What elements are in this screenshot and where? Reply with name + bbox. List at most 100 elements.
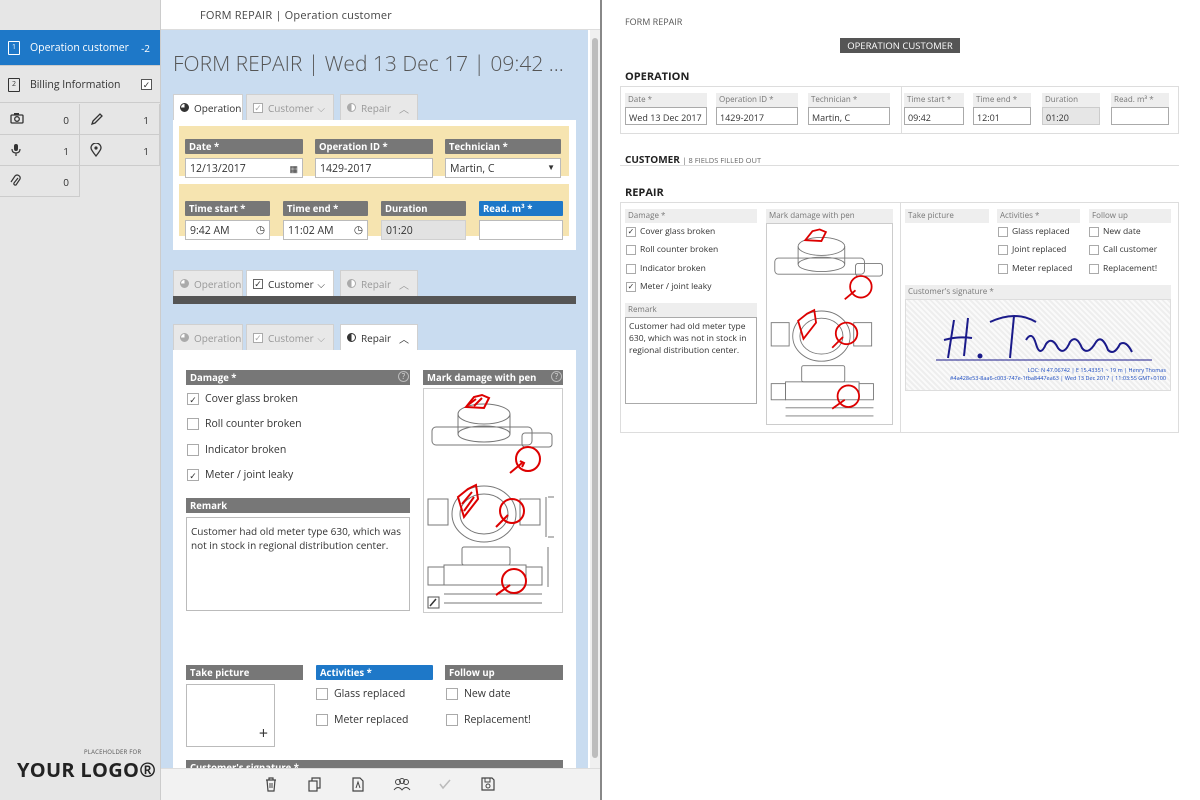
activity-option[interactable]: Glass replaced bbox=[316, 687, 405, 701]
tab-operation[interactable]: Operation bbox=[173, 94, 243, 120]
checkbox[interactable] bbox=[316, 714, 328, 726]
meter-sketch-image bbox=[770, 228, 883, 417]
sidebar-item-label: Billing Information bbox=[30, 77, 121, 92]
checkbox[interactable] bbox=[446, 714, 458, 726]
half-circle-icon bbox=[347, 279, 356, 288]
activity-option[interactable]: Meter replaced bbox=[316, 713, 408, 727]
checkbox[interactable] bbox=[446, 688, 458, 700]
document-preview: FORM REPAIR OPERATION CUSTOMER OPERATION… bbox=[602, 0, 1200, 800]
damage-option[interactable]: Roll counter broken bbox=[187, 417, 302, 431]
check-icon: ✓ bbox=[253, 101, 263, 114]
picture-upload-box[interactable]: + bbox=[186, 684, 275, 747]
checkbox[interactable]: ✓ bbox=[187, 469, 199, 481]
tab-customer[interactable]: ✓ Customer ⌵ bbox=[246, 324, 334, 350]
date-input[interactable]: 12/13/2017 ▦ bbox=[185, 158, 303, 178]
save-icon[interactable] bbox=[481, 777, 495, 791]
tab-repair[interactable]: Repair ︿ bbox=[340, 270, 418, 296]
tab-repair[interactable]: Repair ︿ bbox=[340, 324, 418, 350]
technician-select[interactable]: Martin, C ▼ bbox=[445, 158, 561, 178]
clock-icon: ◷ bbox=[255, 223, 265, 237]
window-title: FORM REPAIR | Operation customer bbox=[200, 8, 392, 23]
remark-textarea[interactable]: Customer had old meter type 630, which w… bbox=[186, 517, 410, 611]
preview-operation-box: Date * Wed 13 Dec 2017 Operation ID * 14… bbox=[620, 86, 1179, 134]
tab-operation[interactable]: Operation bbox=[173, 324, 243, 350]
checkbox[interactable] bbox=[316, 688, 328, 700]
attachments-counter[interactable]: 0 bbox=[0, 166, 80, 197]
chevron-up-icon: ︿ bbox=[399, 332, 409, 346]
microphone-icon bbox=[11, 144, 21, 156]
scrollbar-thumb[interactable] bbox=[592, 38, 598, 758]
help-icon[interactable]: ? bbox=[398, 371, 409, 382]
check-icon: ✓ bbox=[253, 331, 263, 344]
preview-time-end: 12:01 bbox=[973, 107, 1031, 125]
copy-icon[interactable] bbox=[308, 777, 322, 792]
location-counter[interactable]: 1 bbox=[80, 135, 160, 166]
preview-operation-heading: OPERATION bbox=[625, 69, 690, 84]
water-meter-drawing[interactable] bbox=[423, 388, 563, 613]
half-circle-icon bbox=[347, 103, 356, 112]
remark-label: Remark bbox=[186, 498, 410, 513]
chevron-down-icon: ⌵ bbox=[317, 277, 325, 291]
help-icon[interactable]: ? bbox=[551, 371, 562, 382]
repair-panel: Damage * ? ✓ Cover glass broken Roll coun… bbox=[173, 350, 576, 768]
trash-icon[interactable] bbox=[264, 777, 278, 792]
check-icon: ✓ bbox=[253, 277, 263, 290]
checkbox[interactable] bbox=[187, 418, 199, 430]
damage-option[interactable]: ✓ Cover glass broken bbox=[187, 392, 298, 406]
follow-up-option[interactable]: Replacement! bbox=[446, 713, 531, 727]
form-heading: FORM REPAIR | Wed 13 Dec 17 | 09:42 ... bbox=[173, 50, 564, 78]
pencil-icon bbox=[90, 113, 103, 126]
add-icon[interactable]: + bbox=[259, 722, 268, 744]
checkmark-icon[interactable] bbox=[438, 777, 452, 791]
time-start-input[interactable]: 9:42 AM ◷ bbox=[185, 220, 270, 240]
calendar-icon[interactable]: ▦ bbox=[289, 162, 298, 175]
sidebar: 1 Operation customer -2 2 Billing Inform… bbox=[0, 0, 161, 800]
signature-label: Customer's signature * bbox=[186, 760, 563, 768]
scrollbar[interactable] bbox=[590, 30, 600, 768]
tab-operation[interactable]: Operation bbox=[173, 270, 243, 296]
preview-operation-id: 1429-2017 bbox=[716, 107, 798, 125]
follow-up-option[interactable]: New date bbox=[446, 687, 511, 701]
signature-image bbox=[936, 315, 1152, 361]
time-start-label: Time start * bbox=[185, 201, 270, 216]
preview-reading bbox=[1111, 107, 1169, 125]
operation-panel: Date * 12/13/2017 ▦ Operation ID * 1429-2… bbox=[173, 120, 576, 250]
preview-title: FORM REPAIR bbox=[625, 15, 683, 28]
company-logo: YOUR LOGO® bbox=[17, 756, 157, 783]
progress-pie-icon bbox=[180, 279, 189, 288]
photos-counter[interactable]: 0 bbox=[0, 104, 80, 135]
tab-repair[interactable]: Repair ︿ bbox=[340, 94, 418, 120]
preview-signature: LOC: N 47.06742 | E 15.43351 ~ 19 m | He… bbox=[905, 299, 1171, 391]
sidebar-item-operation-customer[interactable]: 1 Operation customer -2 bbox=[0, 30, 160, 66]
error-count-badge: -2 bbox=[141, 40, 150, 55]
bottom-toolbar bbox=[161, 768, 600, 800]
pdf-icon[interactable] bbox=[351, 777, 365, 792]
reading-input[interactable] bbox=[479, 220, 563, 240]
operation-id-input[interactable]: 1429-2017 bbox=[315, 158, 433, 178]
reading-label: Read. m³ * bbox=[479, 201, 563, 216]
damage-option[interactable]: ✓ Meter / joint leaky bbox=[187, 468, 293, 482]
preview-remark: Customer had old meter type 630, which w… bbox=[625, 317, 757, 404]
collapsed-customer-panel bbox=[173, 296, 576, 304]
sidebar-item-billing-information[interactable]: 2 Billing Information ✓ bbox=[0, 67, 160, 103]
users-icon[interactable] bbox=[393, 777, 411, 792]
checkbox[interactable] bbox=[187, 444, 199, 456]
preview-customer-heading: CUSTOMER | 8 FIELDS FILLED OUT bbox=[625, 152, 762, 166]
sketches-counter[interactable]: 1 bbox=[80, 104, 160, 135]
chevron-up-icon: ︿ bbox=[399, 102, 409, 116]
time-end-input[interactable]: 11:02 AM ◷ bbox=[283, 220, 368, 240]
tab-customer[interactable]: ✓ Customer ⌵ bbox=[246, 270, 334, 296]
tab-customer[interactable]: ✓ Customer ⌵ bbox=[246, 94, 334, 120]
document-icon: 2 bbox=[8, 77, 20, 92]
preview-repair-heading: REPAIR bbox=[625, 185, 664, 200]
progress-pie-icon bbox=[180, 333, 189, 342]
preview-duration: 01:20 bbox=[1042, 107, 1100, 125]
duration-label: Duration bbox=[381, 201, 466, 216]
location-pin-icon bbox=[90, 143, 102, 157]
checkbox[interactable]: ✓ bbox=[187, 393, 199, 405]
date-label: Date * bbox=[185, 139, 303, 154]
chevron-down-icon: ⌵ bbox=[317, 101, 325, 115]
damage-option[interactable]: Indicator broken bbox=[187, 443, 286, 457]
audio-counter[interactable]: 1 bbox=[0, 135, 80, 166]
preview-repair-box: Damage * ✓ Cover glass broken Roll counte… bbox=[620, 202, 1179, 433]
